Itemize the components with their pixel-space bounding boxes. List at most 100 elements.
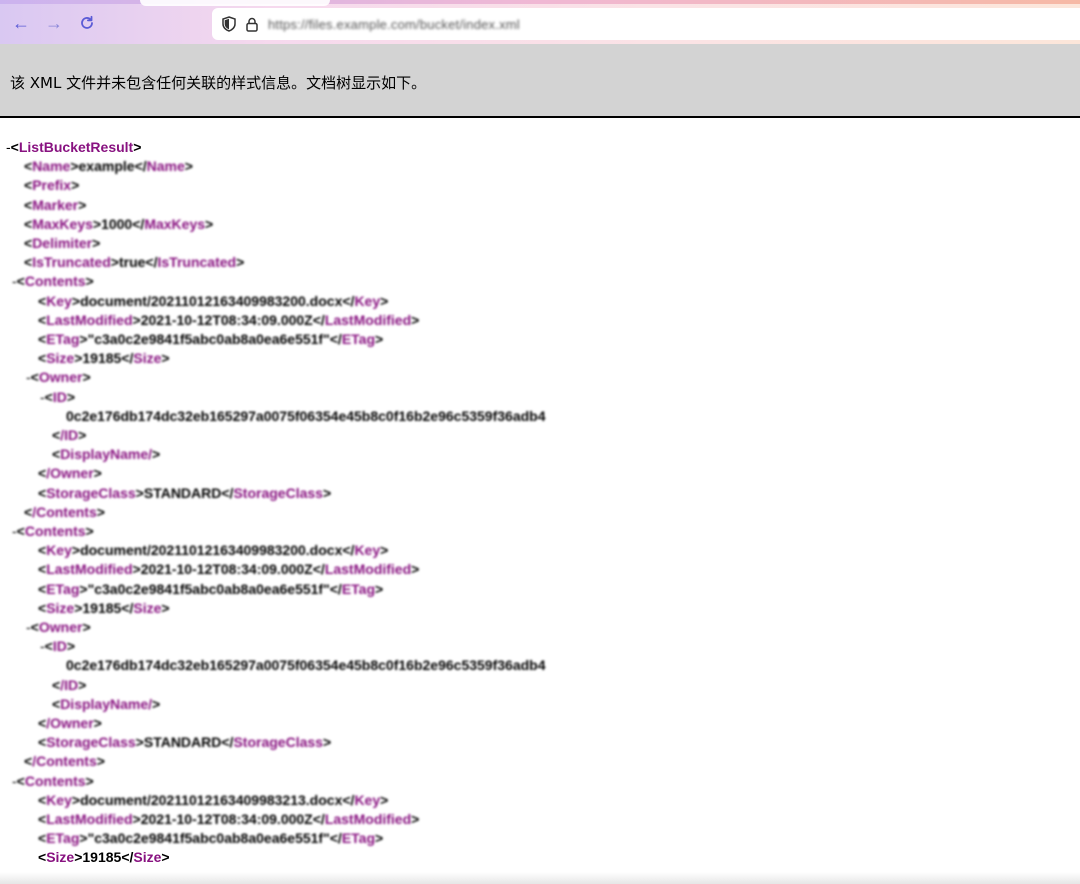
tag-bracket: > [322, 734, 332, 751]
tag-bracket: > [78, 196, 87, 213]
xml-line: <Name>example</Name> [24, 157, 193, 175]
tag-bracket: </ [121, 350, 134, 367]
back-button[interactable]: ← [11, 13, 31, 33]
tag-bracket: > [161, 849, 170, 866]
tag-bracket: </ [329, 830, 342, 847]
xml-open-tag: Owner [38, 619, 83, 635]
xml-line: </Contents> [24, 503, 105, 521]
xml-line: </Owner> [38, 464, 102, 482]
tag-bracket: > [71, 177, 80, 194]
forward-button[interactable]: → [44, 13, 64, 33]
xml-line: <Size>19185</Size> [38, 848, 170, 866]
xml-line: </ID> [52, 426, 86, 444]
tag-bracket: < [38, 580, 47, 597]
address-bar[interactable]: https://files.example.com/bucket/index.x… [212, 8, 1080, 40]
xml-open-tag: Contents [24, 772, 86, 789]
xml-line: </Contents> [24, 752, 105, 770]
tag-bracket: < [38, 561, 47, 578]
xml-open-tag: Contents [24, 273, 86, 290]
xml-open-tag: /Owner [46, 465, 94, 482]
tag-bracket: < [38, 791, 47, 808]
tag-bracket: > [184, 158, 193, 175]
tag-bracket: < [24, 235, 33, 251]
tag-bracket: </ [132, 215, 145, 232]
tag-bracket: > [93, 715, 102, 731]
xml-open-tag: Size [46, 350, 75, 367]
xml-line: <IsTruncated>true</IsTruncated> [24, 253, 244, 271]
tag-bracket: > [380, 542, 389, 559]
url-input[interactable]: https://files.example.com/bucket/index.x… [268, 17, 520, 32]
xml-open-tag: Key [46, 542, 72, 559]
tag-bracket: < [44, 638, 53, 655]
xml-text-value: 19185 [82, 350, 122, 367]
xml-close-tag: Name [146, 158, 185, 175]
xml-line: <ETag>"c3a0c2e9841f5abc0ab8a0ea6e551f"</… [38, 829, 383, 847]
xml-open-tag: Owner [38, 369, 83, 386]
tag-bracket: < [38, 292, 47, 309]
xml-line: <LastModified>2021-10-12T08:34:09.000Z</… [38, 560, 419, 578]
tag-bracket: < [44, 388, 53, 405]
tag-bracket: > [132, 311, 141, 328]
tag-bracket: > [82, 369, 91, 386]
tag-bracket: > [411, 311, 420, 328]
xml-text-value: "c3a0c2e9841f5abc0ab8a0ea6e551f" [87, 830, 330, 847]
xml-line: 0c2e176db174dc32eb165297a0075f06354e45b8… [66, 656, 546, 674]
xml-open-tag: /ID [60, 676, 79, 693]
tag-bracket: > [85, 273, 94, 290]
tag-bracket: > [205, 215, 214, 232]
xml-open-tag: Size [46, 599, 75, 616]
active-tab[interactable] [140, 0, 330, 6]
xml-open-tag: ID [52, 388, 67, 405]
xml-line: -<ID> [40, 388, 75, 406]
xml-line: <Key>document/20211012163409983213.docx<… [38, 791, 388, 809]
xml-open-tag: StorageClass [46, 734, 136, 751]
tag-bracket: < [10, 139, 19, 155]
xml-line: -<Owner> [26, 368, 91, 386]
xml-close-tag: StorageClass [233, 484, 323, 501]
lock-icon[interactable] [246, 17, 258, 32]
tag-bracket: > [78, 676, 87, 693]
xml-text-value: 19185 [82, 849, 122, 866]
xml-line: 0c2e176db174dc32eb165297a0075f06354e45b8… [66, 407, 546, 425]
tag-bracket: > [71, 791, 81, 808]
xml-text-value: 1000 [101, 215, 133, 232]
xml-open-tag: /Contents [32, 503, 97, 520]
xml-close-tag: Key [354, 791, 381, 808]
xml-line: </ID> [52, 676, 86, 694]
xml-open-tag: LastModified [46, 811, 133, 827]
tag-bracket: > [71, 292, 81, 309]
xml-line: -<Contents> [12, 272, 94, 290]
tag-bracket: > [132, 811, 141, 827]
reload-button[interactable] [77, 13, 97, 33]
xml-text-value: document/20211012163409983200.docx [80, 542, 343, 559]
xml-line: <StorageClass>STANDARD</StorageClass> [38, 484, 331, 502]
xml-open-tag: ETag [46, 830, 80, 847]
xml-line: -<ListBucketResult> [6, 138, 141, 156]
tag-bracket: > [79, 830, 88, 847]
xml-text-value: STANDARD [143, 734, 222, 751]
xml-open-tag: LastModified [46, 311, 133, 328]
xml-text-value: 19185 [82, 599, 122, 616]
tag-bracket: > [380, 292, 389, 309]
tag-bracket: < [24, 196, 33, 213]
xml-open-tag: ID [52, 638, 67, 655]
tag-bracket: > [380, 791, 389, 808]
xml-line: -<Contents> [12, 772, 94, 790]
xml-line: -<Owner> [26, 618, 91, 636]
xml-close-tag: Key [354, 542, 381, 559]
shield-icon[interactable] [222, 16, 236, 32]
tag-bracket: > [375, 580, 384, 597]
xml-open-tag: Key [46, 292, 72, 309]
tag-bracket: </ [134, 158, 147, 175]
tag-bracket: < [30, 369, 39, 386]
tag-bracket: > [411, 811, 420, 827]
tag-bracket: < [30, 619, 39, 635]
tag-bracket: </ [221, 734, 234, 751]
tag-bracket: < [38, 542, 47, 559]
xml-text-value: 2021-10-12T08:34:09.000Z [140, 811, 313, 827]
tag-bracket: > [93, 465, 102, 482]
xml-text-value: "c3a0c2e9841f5abc0ab8a0ea6e551f" [87, 580, 330, 597]
xml-line: <Size>19185</Size> [38, 349, 170, 367]
xml-open-tag: Prefix [32, 177, 72, 194]
tag-bracket: < [38, 811, 47, 827]
